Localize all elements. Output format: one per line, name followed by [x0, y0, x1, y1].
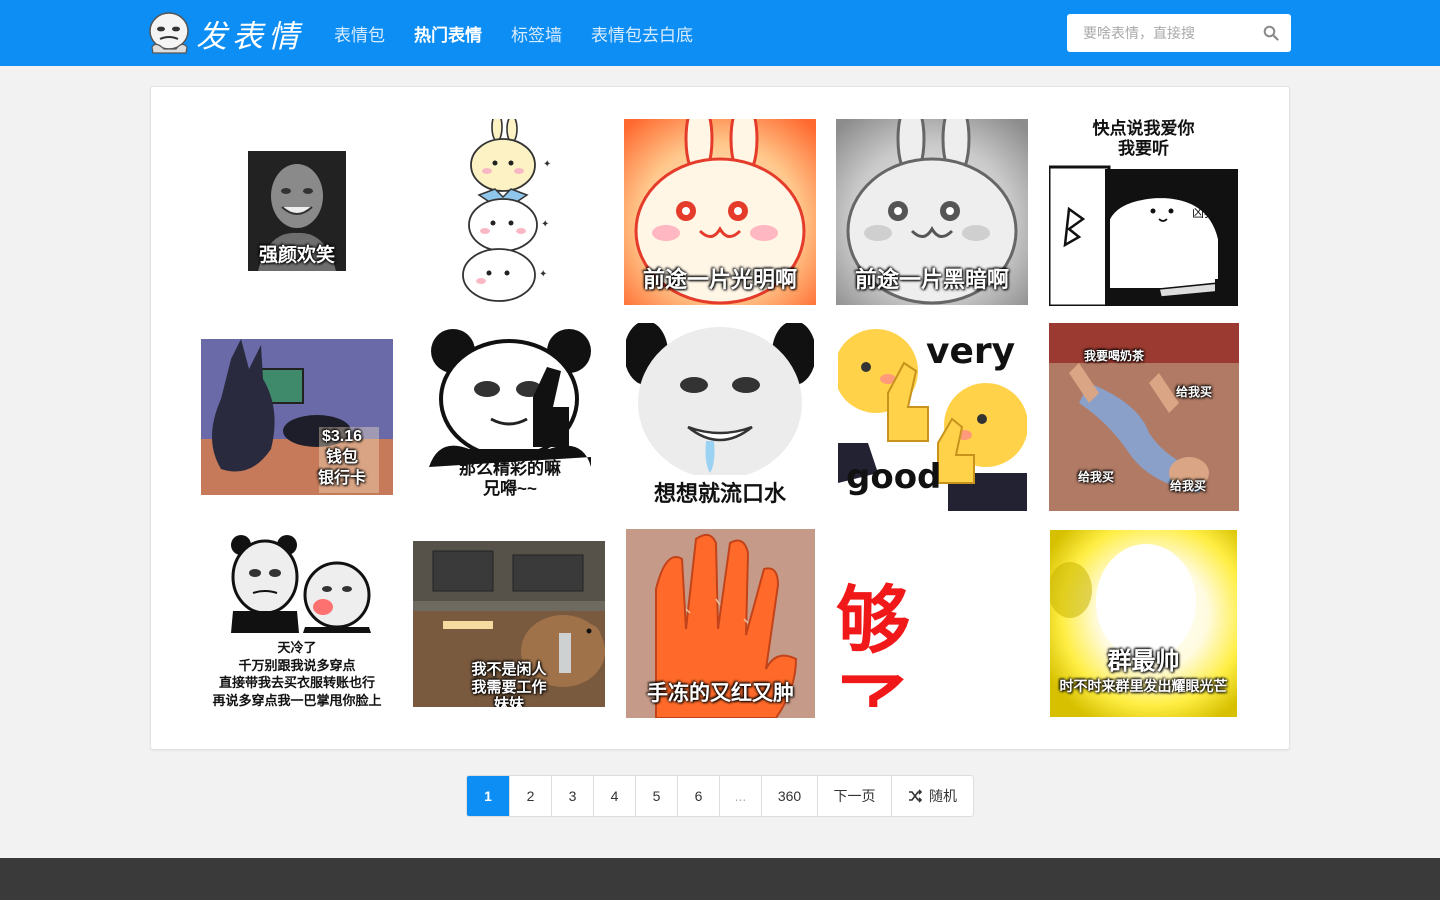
- meme-item-very-good[interactable]: very good: [838, 323, 1027, 511]
- nav-item-hot-memes[interactable]: 热门表情: [414, 21, 482, 46]
- meme-item-rabbit-stack[interactable]: ✦ ✦ ✦: [459, 119, 554, 303]
- nav-item-tag-wall[interactable]: 标签墙: [511, 21, 562, 46]
- meme-item-gray-rabbit[interactable]: 前途一片黑暗啊: [836, 119, 1028, 305]
- nav-item-remove-white-bg[interactable]: 表情包去白底: [591, 21, 693, 46]
- page-1-button[interactable]: 1: [467, 776, 509, 816]
- meme-item-panda-thumbs[interactable]: 那么精彩的嘛 兄嘚~~: [429, 327, 591, 507]
- page-2-button[interactable]: 2: [509, 776, 551, 816]
- page-footer: [0, 858, 1440, 900]
- next-page-button[interactable]: 下一页: [817, 776, 891, 816]
- search-input[interactable]: [1067, 14, 1257, 52]
- meme-item-cat-knife[interactable]: 快点说我爱你 我要听 凶狠: [1049, 119, 1238, 306]
- shuffle-icon: [909, 789, 922, 803]
- meme-caption: 那么精彩的嘛 兄嘚~~: [459, 459, 561, 499]
- svg-text:✦: ✦: [543, 159, 551, 170]
- page-3-button[interactable]: 3: [551, 776, 593, 816]
- site-logo[interactable]: 发表情: [146, 10, 304, 56]
- meme-item-glowing-face[interactable]: 群最帅 时不时来群里发出耀眼光芒: [1050, 530, 1237, 717]
- meme-caption: 群最帅: [1107, 648, 1180, 675]
- meme-item-panda-drool[interactable]: 想想就流口水: [626, 323, 814, 511]
- main-nav: 表情包 热门表情 标签墙 表情包去白底: [334, 0, 722, 66]
- random-button[interactable]: 随机: [891, 776, 973, 816]
- meme-subcaption-3: 给我买: [1169, 479, 1206, 493]
- meme-caption: 天冷了 千万别跟我说多穿点 直接带我去买衣服转账也行 再说多穿点我一巴掌甩你脸上: [212, 640, 382, 709]
- meme-item-smiling-man[interactable]: 强颜欢笑: [248, 151, 346, 271]
- svg-text:✦: ✦: [539, 269, 547, 280]
- random-label: 随机: [929, 788, 957, 804]
- cartoon-rabbit-stack-sticker-icon: ✦ ✦ ✦: [462, 119, 551, 302]
- meme-item-bright-rabbit[interactable]: 前途一片光明啊: [624, 119, 816, 305]
- page-4-button[interactable]: 4: [593, 776, 635, 816]
- meme-subcaption-1: 给我买: [1175, 385, 1212, 399]
- meme-subcaption-2: 给我买: [1077, 470, 1114, 484]
- search-icon[interactable]: [1263, 25, 1279, 41]
- meme-item-carrot-hand[interactable]: 手冻的又红又肿: [626, 529, 815, 718]
- search-box: [1067, 14, 1291, 52]
- meme-subcaption: 时不时来群里发出耀眼光芒: [1059, 678, 1228, 694]
- meme-caption: 手冻的又红又肿: [647, 682, 794, 705]
- meme-caption-bottom: good: [846, 457, 942, 497]
- meme-item-capybara[interactable]: 我不是闲人 我需要工作 妹妹: [413, 541, 605, 707]
- meme-item-enough[interactable]: 够了。: [836, 539, 1028, 707]
- top-navbar: 发表情 表情包 热门表情 标签墙 表情包去白底: [0, 0, 1440, 66]
- meme-caption: 前途一片黑暗啊: [854, 267, 1009, 292]
- logo-text: 发表情: [196, 18, 304, 55]
- meme-grid: 强颜欢笑 ✦ ✦ ✦ 前途一片光明啊 前途一片黑暗啊 快点说我爱你 我要听 凶狠…: [150, 86, 1290, 750]
- meme-item-cat-wallet[interactable]: $3.16 钱包 银行卡: [201, 339, 393, 495]
- meme-item-tantrum[interactable]: 我要喝奶茶 给我买 给我买 给我买: [1049, 323, 1239, 511]
- svg-text:✦: ✦: [541, 219, 549, 230]
- nav-item-memes[interactable]: 表情包: [334, 21, 385, 46]
- page-6-button[interactable]: 6: [677, 776, 719, 816]
- pagination: 1 2 3 4 5 6 ... 360 下一页 随机: [466, 775, 974, 817]
- meme-caption: 前途一片光明啊: [642, 267, 797, 292]
- pagination-ellipsis: ...: [719, 776, 761, 816]
- page-5-button[interactable]: 5: [635, 776, 677, 816]
- meme-caption: $3.16 钱包 银行卡: [317, 428, 366, 487]
- meme-caption: 快点说我爱你 我要听: [1092, 119, 1195, 159]
- meme-caption: 强颜欢笑: [258, 245, 335, 266]
- meme-subcaption: 凶狠: [1191, 206, 1216, 220]
- meme-face-logo-icon: [149, 12, 189, 54]
- page-last-button[interactable]: 360: [761, 776, 817, 816]
- meme-caption: 够了。: [836, 579, 984, 707]
- meme-caption: 我要喝奶茶: [1083, 349, 1144, 363]
- meme-caption: 我不是闲人 我需要工作 妹妹: [471, 661, 547, 707]
- meme-caption-top: very: [926, 331, 1016, 372]
- meme-item-panda-slap[interactable]: 天冷了 千万别跟我说多穿点 直接带我去买衣服转账也行 再说多穿点我一巴掌甩你脸上: [203, 533, 391, 713]
- meme-caption: 想想就流口水: [653, 481, 786, 506]
